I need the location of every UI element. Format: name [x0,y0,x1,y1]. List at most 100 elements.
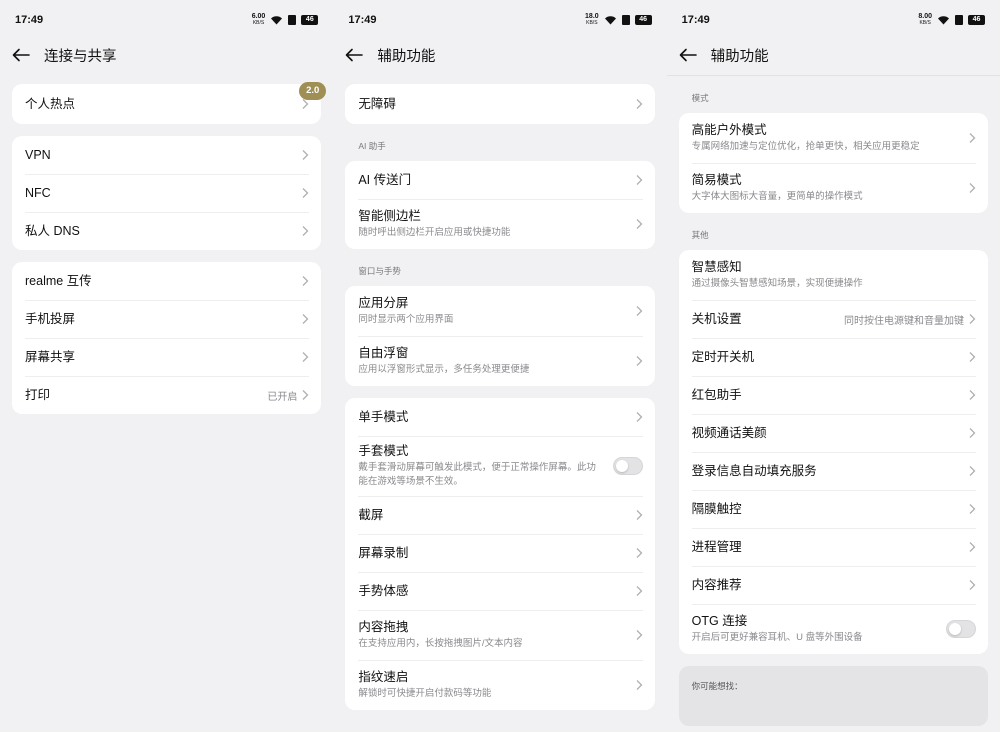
chevron-right-icon [636,99,643,109]
outdoor-mode-row[interactable]: 高能户外模式 专属网络加速与定位优化，抢单更快，相关应用更稳定 [679,113,988,163]
arrow-left-icon[interactable] [345,48,364,62]
shutdown-value: 同时按住电源键和音量加键 [843,315,964,327]
screen-accessibility-2: 17:49 8.00 KB/S 46 辅助功能 模式 高能户外模式 专属网络加速… [666,0,1000,732]
vpn-row[interactable]: VPN [12,136,321,174]
other-card: 智慧感知 通过摄像头智慧感知场景，实现便捷操作 关机设置 同时按住电源键和音量加… [678,250,988,654]
process-management-row[interactable]: 进程管理 [679,528,988,566]
section-label-window: 窗口与手势 [358,266,401,276]
realme-share-row[interactable]: realme 互传 [12,262,321,300]
chevron-right-icon [969,466,976,476]
content-recommend-row[interactable]: 内容推荐 [679,566,988,604]
shutdown-settings-row[interactable]: 关机设置 同时按住电源键和音量加键 [679,300,988,338]
status-bar: 17:49 6.00 KB/S 46 [12,0,321,40]
chevron-right-icon [969,504,976,514]
chevron-right-icon [636,175,643,185]
chevron-right-icon [636,412,643,422]
arrow-left-icon[interactable] [12,48,30,62]
mode-card: 高能户外模式 专属网络加速与定位优化，抢单更快，相关应用更稳定 简易模式 大字体… [678,113,988,213]
battery-icon: 46 [634,15,652,25]
chevron-right-icon [302,188,309,198]
chevron-right-icon [969,390,976,400]
video-beauty-row[interactable]: 视频通话美颜 [679,414,988,452]
status-time: 17:49 [348,14,377,26]
chevron-right-icon [969,314,976,324]
page-title: 辅助功能 [377,48,436,65]
section-label-mode: 模式 [691,93,709,103]
scheduled-power-row[interactable]: 定时开关机 [679,338,988,376]
chevron-right-icon [302,390,309,400]
gesture-motion-row[interactable]: 手势体感 [345,572,654,610]
suggestions-label: 你可能想找： [691,681,743,691]
screen-connection-sharing: 17:49 6.00 KB/S 46 连接与共享 个人热点 2.0 VPN NF… [0,0,334,732]
floating-window-row[interactable]: 自由浮窗 应用以浮窗形式显示，多任务处理更便捷 [345,336,654,386]
one-hand-row[interactable]: 单手模式 [345,398,654,436]
header-divider [666,75,1000,76]
page-header: 连接与共享 [12,40,321,70]
network-card: VPN NFC 私人 DNS [12,136,322,250]
smart-sense-row[interactable]: 智慧感知 通过摄像头智慧感知场景，实现便捷操作 [679,250,988,300]
chevron-right-icon [636,306,643,316]
chevron-right-icon [302,150,309,160]
otg-toggle[interactable] [945,620,976,638]
section-label-ai: AI 助手 [358,141,386,151]
chevron-right-icon [636,356,643,366]
suggestions-card: 你可能想找： [678,666,988,726]
chevron-right-icon [969,542,976,552]
screen-cast-row[interactable]: 手机投屏 [12,300,321,338]
print-row[interactable]: 打印 已开启 [12,376,321,414]
ai-card: AI 传送门 智能侧边栏 随时呼出侧边栏开启应用或快捷功能 [345,161,655,249]
battery-icon: 46 [967,15,985,25]
red-packet-row[interactable]: 红包助手 [679,376,988,414]
chevron-right-icon [636,630,643,640]
battery-icon: 46 [301,15,319,25]
status-bar: 17:49 18.0 KB/S 46 [345,0,654,40]
page-title: 辅助功能 [710,48,769,65]
page-title: 连接与共享 [44,48,117,65]
private-dns-row[interactable]: 私人 DNS [12,212,321,250]
chevron-right-icon [969,580,976,590]
chevron-right-icon [636,219,643,229]
fingerprint-quick-row[interactable]: 指纹速启 解锁时可快捷开启付款码等功能 [345,660,654,710]
chevron-right-icon [969,352,976,362]
chevron-right-icon [636,680,643,690]
content-drag-row[interactable]: 内容拖拽 在支持应用内，长按拖拽图片/文本内容 [345,610,654,660]
screen-recording-row[interactable]: 屏幕录制 [345,534,654,572]
autofill-row[interactable]: 登录信息自动填充服务 [679,452,988,490]
smart-sidebar-row[interactable]: 智能侧边栏 随时呼出侧边栏开启应用或快捷功能 [345,199,654,249]
chevron-right-icon [969,133,976,143]
page-header: 辅助功能 [679,40,988,70]
network-speed: 18.0 KB/S [585,13,599,26]
section-label-other: 其他 [691,230,709,240]
accessibility-card: 无障碍 [345,84,655,124]
status-bar: 17:49 8.00 KB/S 46 [679,0,988,40]
sim-icon [288,15,297,25]
chevron-right-icon [636,548,643,558]
screen-accessibility-1: 17:49 18.0 KB/S 46 辅助功能 无障碍 AI 助手 AI 传送门 [333,0,667,732]
screenshot-row[interactable]: 截屏 [345,496,654,534]
wifi-icon [937,15,950,25]
status-time: 17:49 [681,14,710,26]
ai-portal-row[interactable]: AI 传送门 [345,161,654,199]
sim-icon [621,15,630,25]
network-speed: 8.00 KB/S [918,13,932,26]
nfc-row[interactable]: NFC [12,174,321,212]
chevron-right-icon [969,428,976,438]
chevron-right-icon [302,276,309,286]
accessibility-row[interactable]: 无障碍 [345,84,654,124]
glove-mode-toggle[interactable] [612,457,643,475]
screen-share-row[interactable]: 屏幕共享 [12,338,321,376]
simple-mode-row[interactable]: 简易模式 大字体大图标大音量，更简单的操作模式 [679,163,988,213]
wifi-icon [604,15,617,25]
chevron-right-icon [302,226,309,236]
hotspot-card: 个人热点 2.0 [12,82,327,124]
arrow-left-icon[interactable] [679,48,697,62]
gesture-card: 单手模式 手套模式 戴手套滑动屏幕可触发此模式，便于正常操作屏幕。此功能在游戏等… [345,398,655,710]
print-status: 已开启 [267,391,298,403]
film-touch-row[interactable]: 隔膜触控 [679,490,988,528]
split-screen-row[interactable]: 应用分屏 同时显示两个应用界面 [345,286,654,336]
update-badge: 2.0 [299,82,327,100]
chevron-right-icon [302,352,309,362]
hotspot-row[interactable]: 个人热点 [12,84,321,124]
chevron-right-icon [302,314,309,324]
status-time: 17:49 [15,14,44,26]
